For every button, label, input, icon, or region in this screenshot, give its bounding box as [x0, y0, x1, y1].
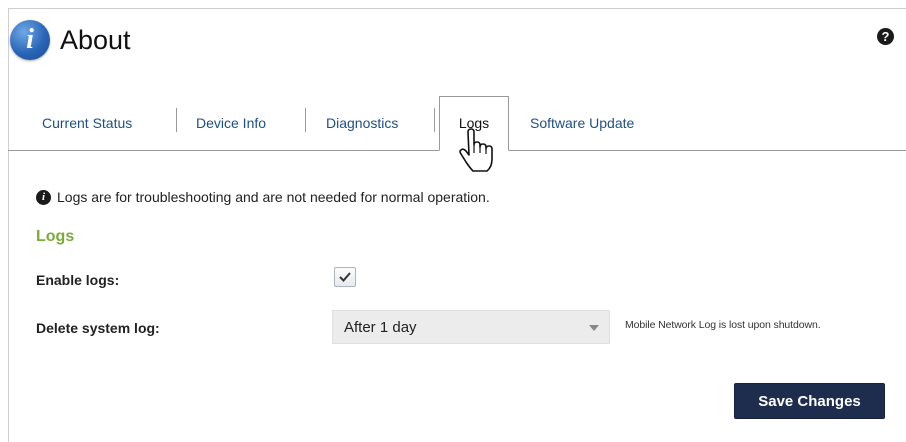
notice-text: Logs are for troubleshooting and are not… [57, 189, 490, 205]
delete-system-log-label: Delete system log: [36, 320, 160, 336]
hand-cursor-icon [459, 128, 493, 172]
tab-separator [434, 108, 435, 132]
help-icon-glyph: ? [881, 29, 890, 44]
info-icon-glyph: i [26, 24, 34, 55]
info-circle-glyph: i [41, 191, 46, 203]
info-icon: i [10, 20, 50, 60]
save-changes-button[interactable]: Save Changes [734, 383, 885, 419]
delete-system-log-select[interactable]: After 1 day [332, 310, 610, 344]
section-title: Logs [36, 228, 75, 245]
tab-diagnostics[interactable]: Diagnostics [326, 106, 398, 141]
enable-logs-checkbox[interactable] [334, 267, 356, 287]
help-icon[interactable]: ? [877, 28, 894, 45]
tab-bar: Current Status Device Info Diagnostics L… [8, 96, 906, 151]
chevron-down-icon [589, 325, 599, 331]
tab-device-info[interactable]: Device Info [196, 106, 266, 141]
enable-logs-label: Enable logs: [36, 272, 120, 288]
checkmark-icon [339, 272, 351, 282]
page-title: About [60, 24, 131, 55]
content-panel [8, 8, 906, 442]
info-circle-icon: i [36, 189, 51, 205]
page-header: i About [10, 18, 131, 62]
select-value: After 1 day [344, 319, 417, 336]
tab-separator [176, 108, 177, 132]
info-notice: i Logs are for troubleshooting and are n… [36, 189, 490, 205]
tab-software-update[interactable]: Software Update [530, 106, 634, 141]
tab-current-status[interactable]: Current Status [42, 106, 132, 141]
select-note: Mobile Network Log is lost upon shutdown… [625, 319, 821, 331]
tab-separator [305, 108, 306, 132]
